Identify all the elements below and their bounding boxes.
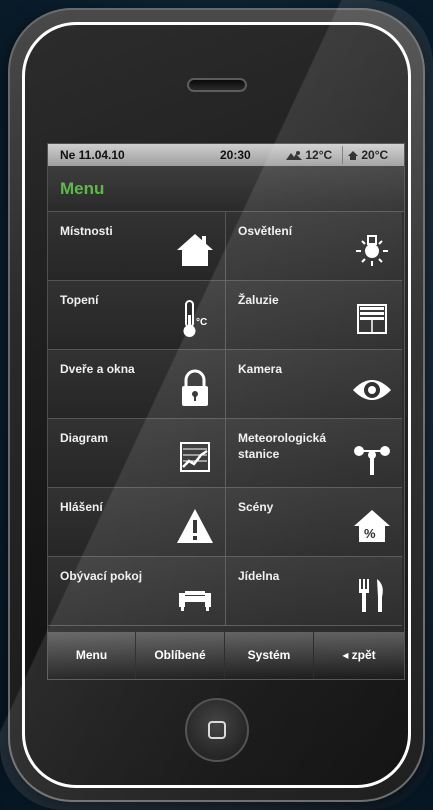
- indoor-temperature-icon: [348, 151, 358, 160]
- outdoor-temperature: 12°C: [286, 148, 332, 162]
- celsius-symbol: °C: [196, 317, 207, 328]
- outdoor-temperature-icon: [286, 151, 302, 160]
- blinds-icon: [357, 304, 387, 334]
- device-screen: Ne 11.04.10 20:30 12°C 20°C Menu Místnos…: [47, 143, 405, 680]
- indoor-temperature: 20°C: [348, 148, 388, 162]
- house-icon: [177, 234, 213, 266]
- menu-tile-jidelna[interactable]: Jídelna: [225, 557, 402, 626]
- status-date: Ne 11.04.10: [60, 148, 125, 162]
- menu-tile-sceny[interactable]: Scény %: [225, 488, 402, 557]
- light-bulb-icon: [356, 235, 388, 266]
- home-button[interactable]: [185, 698, 249, 762]
- menu-tile-label: Jídelna: [238, 569, 280, 583]
- tab-oblibene[interactable]: Oblíbené: [136, 632, 225, 679]
- menu-tile-dvere-a-okna[interactable]: Dveře a okna: [48, 350, 225, 419]
- menu-tile-hlaseni[interactable]: Hlášení: [48, 488, 225, 557]
- bottom-tab-bar: Menu Oblíbené Systém ◂ zpět: [48, 632, 404, 679]
- tab-menu[interactable]: Menu: [48, 632, 136, 679]
- weather-station-icon: [354, 446, 390, 475]
- outdoor-temperature-value: 12°C: [305, 148, 333, 162]
- status-separator: [342, 146, 343, 164]
- menu-tile-zaluzie[interactable]: Žaluzie: [225, 281, 402, 350]
- menu-tile-label: Meteorologická stanice: [238, 431, 327, 461]
- menu-tile-kamera[interactable]: Kamera: [225, 350, 402, 419]
- back-button[interactable]: ◂ zpět: [314, 632, 404, 679]
- menu-header: Menu: [48, 166, 404, 212]
- status-time: 20:30: [220, 148, 251, 162]
- menu-tile-label: Dveře a okna: [60, 362, 135, 376]
- menu-tile-mistnosti[interactable]: Místnosti: [48, 212, 225, 281]
- percent-symbol: %: [364, 526, 376, 541]
- home-square-icon: [208, 721, 226, 739]
- tab-system[interactable]: Systém: [225, 632, 314, 679]
- menu-tile-label: Scény: [238, 500, 274, 514]
- menu-tile-label: Místnosti: [60, 224, 113, 238]
- menu-tile-obyvaci-pokoj[interactable]: Obývací pokoj: [48, 557, 225, 626]
- menu-tile-label: Diagram: [60, 431, 109, 445]
- thermometer-icon: °C: [183, 300, 207, 337]
- menu-tile-label: Obývací pokoj: [60, 569, 143, 583]
- page-title: Menu: [60, 179, 105, 198]
- padlock-icon: [182, 369, 208, 406]
- menu-tile-topeni[interactable]: Topení °C: [48, 281, 225, 350]
- indoor-temperature-value: 20°C: [361, 148, 389, 162]
- warning-icon: [177, 509, 213, 543]
- menu-tile-label: Kamera: [238, 362, 283, 376]
- fork-knife-icon: [359, 579, 383, 612]
- menu-tile-label: Osvětlení: [238, 224, 293, 238]
- menu-tile-osvetleni[interactable]: Osvětlení: [225, 212, 402, 281]
- status-bar: Ne 11.04.10 20:30 12°C 20°C: [48, 144, 404, 166]
- menu-tile-diagram[interactable]: Diagram: [48, 419, 225, 488]
- chart-icon: [180, 442, 210, 472]
- menu-tile-label: Topení: [60, 293, 99, 307]
- scene-house-percent-icon: %: [354, 510, 390, 542]
- menu-tile-label: Žaluzie: [238, 293, 279, 307]
- menu-tile-meteorologicka-stanice[interactable]: Meteorologická stanice: [225, 419, 402, 488]
- sofa-icon: [179, 591, 211, 611]
- speaker-grille: [187, 78, 247, 92]
- menu-grid: Místnosti Osvětlení Topení °C Žaluzie Dv…: [48, 212, 404, 632]
- menu-tile-label: Hlášení: [60, 500, 103, 514]
- eye-icon: [353, 380, 391, 400]
